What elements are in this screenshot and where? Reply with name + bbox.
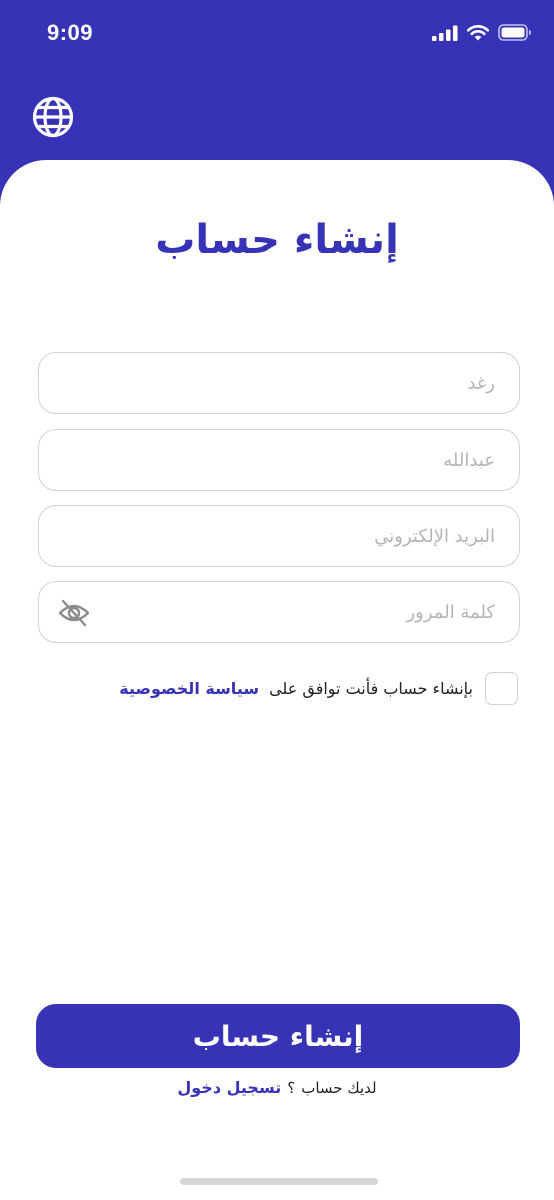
eye-off-icon[interactable] [57,596,91,630]
email-field-container [38,505,520,567]
home-indicator[interactable] [180,1178,378,1185]
privacy-consent-row: بإنشاء حساب فأنت توافق على سياسة الخصوصي… [60,670,518,706]
privacy-policy-link[interactable]: سياسة الخصوصية [119,679,259,698]
wifi-icon [466,25,490,41]
signin-row: لديك حساب ؟ تسجيل دخول [0,1078,554,1097]
globe-icon [32,96,74,138]
privacy-checkbox[interactable] [485,671,518,705]
question-mark: ؟ [287,1079,296,1097]
battery-icon [498,24,531,41]
first-name-field-container [38,352,520,414]
first-name-input[interactable] [39,353,519,413]
last-name-input[interactable] [39,430,519,490]
status-bar: 9:09 [0,0,554,70]
password-field-container [38,581,520,643]
status-icons [432,24,532,41]
have-account-text: لديك حساب [301,1079,377,1097]
email-input[interactable] [39,506,519,566]
status-time: 9:09 [47,20,94,45]
last-name-field-container [38,429,520,491]
cellular-signal-icon [432,25,458,41]
password-input[interactable] [39,582,519,642]
page-title: إنشاء حساب [155,217,399,263]
create-account-button[interactable]: إنشاء حساب [36,1004,520,1068]
consent-text: بإنشاء حساب فأنت توافق على [269,678,473,698]
signin-link[interactable]: تسجيل دخول [177,1078,281,1097]
language-button[interactable] [31,95,75,139]
